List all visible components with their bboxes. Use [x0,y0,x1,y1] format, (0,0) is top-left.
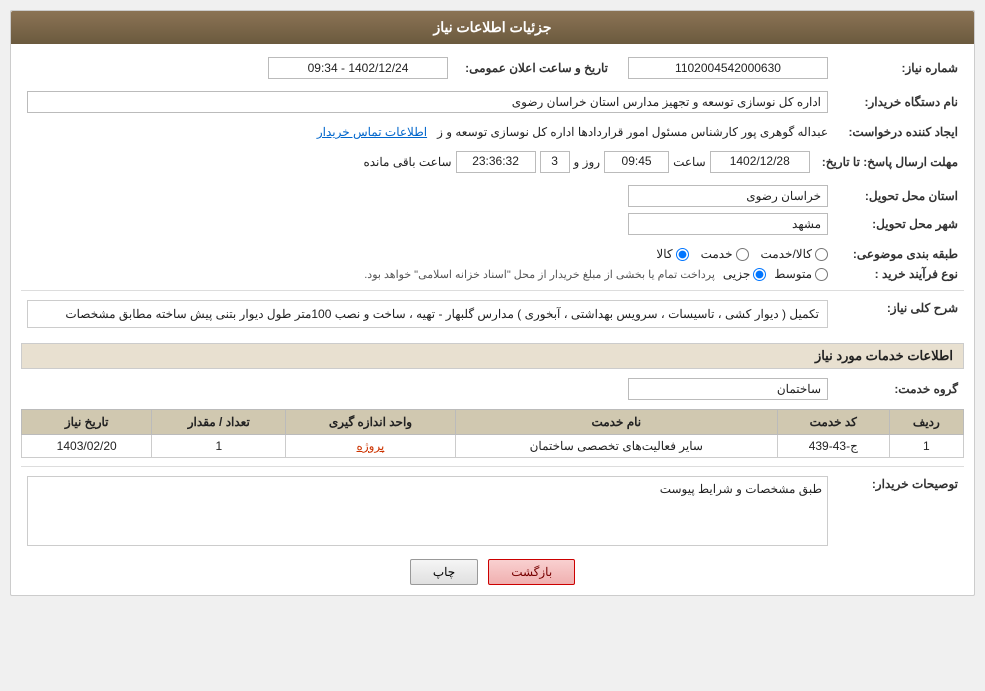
col-tarikh: تاریخ نیاز [22,410,152,435]
cell-vahed[interactable]: پروژه [286,435,456,458]
radio-kala-label: کالا [656,247,672,261]
cell-code: ج-43-439 [777,435,889,458]
tabaghebandi-label: طبقه بندی موضوعی: [834,244,964,264]
tarikhArsal-roz: 3 [540,151,570,173]
namDastgah-label: نام دستگاه خریدار: [834,88,964,116]
tvsifat-value: طبق مشخصات و شرایط پیوست [27,476,828,546]
grouhKhadamat-label: گروه خدمت: [834,375,964,403]
section-khadamat: اطلاعات خدمات مورد نیاز [21,343,964,369]
shahrTahvil-label: شهر محل تحویل: [834,210,964,238]
radio-kala-khadamat-label: کالا/خدمت [761,247,812,261]
tvsifat-label: توصیحات خریدار: [834,473,964,549]
tarikhArsal-label: مهلت ارسال پاسخ: تا تاریخ: [816,148,964,176]
noeFarayand-label: نوع فرآیند خرید : [834,264,964,284]
tarikhElan-value: 1402/12/24 - 09:34 [268,57,448,79]
radio-kala-khadamat[interactable]: کالا/خدمت [761,247,828,261]
tarikhElan-label: تاریخ و ساعت اعلان عمومی: [454,54,614,82]
radio-kala-input[interactable] [676,248,689,261]
ostanTahvil-label: استان محل تحویل: [834,182,964,210]
aettelaat-tamas-link[interactable]: اطلاعات تماس خریدار [317,125,427,139]
shomareNiaz-value: 1102004542000630 [628,57,828,79]
cell-tedad: 1 [152,435,286,458]
shahrTahvil-value: مشهد [628,213,828,235]
radio-kala-khadamat-input[interactable] [815,248,828,261]
radio-jozvi[interactable]: جزیی [723,267,766,281]
radio-khadamat-label: خدمت [701,247,733,261]
baqimande-time: 23:36:32 [456,151,536,173]
radio-khadamat[interactable]: خدمت [701,247,749,261]
cell-tarikh: 1403/02/20 [22,435,152,458]
tarikhArsal-time: 09:45 [604,151,669,173]
saat-label: ساعت [673,155,706,169]
cell-radif: 1 [889,435,963,458]
ostanTahvil-value: خراسان رضوی [628,185,828,207]
col-vahed: واحد اندازه گیری [286,410,456,435]
namDastgah-value: اداره کل نوسازی توسعه و تجهیز مدارس استا… [27,91,828,113]
baqimande-label: ساعت باقی مانده [363,155,451,169]
sharh-value: تکمیل ( دیوار کشی ، تاسیسات ، سرویس بهدا… [27,300,828,328]
col-tedad: تعداد / مقدار [152,410,286,435]
radio-motavasset-input[interactable] [815,268,828,281]
ijadKonande-label: ایجاد کننده درخواست: [834,122,964,142]
radio-motavasset-label: متوسط [774,267,812,281]
radio-jozvi-label: جزیی [723,267,750,281]
ijadKonande-value: عبداله گوهری پور کارشناس مسئول امور قرار… [437,125,828,139]
farayand-note: پرداخت تمام یا بخشی از مبلغ خریدار از مح… [364,268,715,281]
tarikhArsal-date: 1402/12/28 [710,151,810,173]
radio-khadamat-input[interactable] [736,248,749,261]
cell-nam: سایر فعالیت‌های تخصصی ساختمان [455,435,777,458]
shomareNiaz-label: شماره نیاز: [834,54,964,82]
radio-jozvi-input[interactable] [753,268,766,281]
grouhKhadamat-value: ساختمان [628,378,828,400]
radio-motavasset[interactable]: متوسط [774,267,828,281]
table-row: 1 ج-43-439 سایر فعالیت‌های تخصصی ساختمان… [22,435,964,458]
sharh-label: شرح کلی نیاز: [834,297,964,337]
col-radif: ردیف [889,410,963,435]
back-button[interactable]: بازگشت [488,559,575,585]
roz-label: روز و [574,155,601,169]
col-code: کد خدمت [777,410,889,435]
print-button[interactable]: چاپ [410,559,478,585]
radio-kala[interactable]: کالا [656,247,688,261]
col-nam: نام خدمت [455,410,777,435]
page-title: جزئیات اطلاعات نیاز [11,11,974,44]
